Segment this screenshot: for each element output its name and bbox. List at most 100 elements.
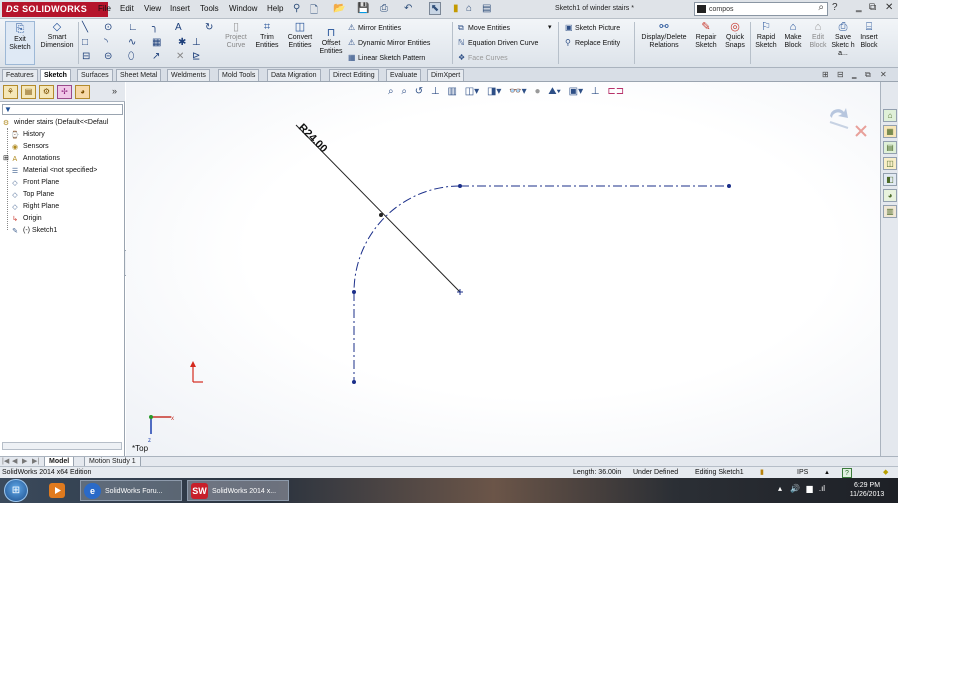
- show-hidden-icons-icon[interactable]: ▴: [778, 484, 782, 493]
- tab-sketch[interactable]: Sketch: [40, 69, 71, 81]
- edit-block-button[interactable]: ⌂ Edit Block: [806, 21, 830, 50]
- add-relation-icon[interactable]: ⊵: [192, 51, 200, 63]
- tile-icon[interactable]: ⊞: [822, 70, 829, 79]
- taskbar-app-browser[interactable]: e SolidWorks Foru...: [80, 480, 182, 501]
- dynamic-mirror-entities-button[interactable]: ⚠ Dynamic Mirror Entities: [348, 38, 430, 49]
- face-curves-button[interactable]: ❖ Face Curves: [458, 53, 508, 64]
- doc-close-icon[interactable]: ✕: [880, 70, 887, 79]
- tree-item-material[interactable]: ☰ Material <not specified>: [10, 165, 97, 176]
- rapid-sketch-button[interactable]: ⚐ Rapid Sketch: [753, 21, 779, 50]
- line-tool-icon[interactable]: ╲: [82, 22, 88, 34]
- exit-sketch-button[interactable]: ⎘ Exit Sketch: [5, 21, 35, 65]
- equation-driven-curve-button[interactable]: ℕ Equation Driven Curve: [458, 38, 538, 49]
- help-icon[interactable]: ?: [832, 2, 838, 13]
- menu-insert[interactable]: Insert: [170, 4, 190, 13]
- new-document-icon[interactable]: 🗋: [310, 3, 318, 20]
- solidworks-forum-icon[interactable]: ▥: [883, 205, 897, 218]
- arc-endpoint[interactable]: [458, 184, 462, 188]
- tree-item-history[interactable]: ⌚ History: [10, 129, 45, 140]
- tab-sheet-metal[interactable]: Sheet Metal: [116, 69, 162, 81]
- ellipse-tool-icon[interactable]: ⬯: [128, 51, 134, 63]
- configurationmanager-icon[interactable]: ⚙: [39, 85, 54, 99]
- tree-item-origin[interactable]: ↳ Origin: [10, 213, 42, 224]
- open-folder-icon[interactable]: 📂: [333, 3, 345, 14]
- tree-horizontal-scrollbar[interactable]: [2, 442, 122, 450]
- search-scope-icon[interactable]: [697, 5, 706, 13]
- tree-item-annotations[interactable]: ⊞ A Annotations: [3, 153, 60, 164]
- text-tool-icon[interactable]: A: [175, 22, 182, 34]
- graphics-area[interactable]: ⌕ ⌕ ↺ ⊥ ▥ ◫▾ ◨▾ 👓▾ ● ⛰▾ ▣▾ ⊥ ⊏⊐ R24.00 x…: [126, 82, 880, 458]
- network-icon[interactable]: ▆: [806, 484, 812, 493]
- make-block-button[interactable]: ⌂ Make Block: [780, 21, 806, 50]
- tab-features[interactable]: Features: [2, 69, 38, 81]
- point-tool-icon[interactable]: ✱: [178, 37, 186, 49]
- expand-plus-icon[interactable]: ⊞: [3, 155, 9, 162]
- menu-file[interactable]: File: [98, 4, 111, 13]
- sketch-picture-button[interactable]: ▣ Sketch Picture: [565, 23, 620, 34]
- tree-item-sensors[interactable]: ◉ Sensors: [10, 141, 49, 152]
- radius-dimension-label[interactable]: R24.00: [296, 122, 330, 156]
- line-endpoint[interactable]: [727, 184, 731, 188]
- project-curve-button[interactable]: ▯ Project Curve: [222, 21, 250, 50]
- select-pointer-icon[interactable]: ⬉: [429, 2, 441, 15]
- custom-properties-icon[interactable]: ◕: [883, 189, 897, 202]
- quick-snaps-button[interactable]: ◎ Quick Snaps: [722, 21, 748, 50]
- arc-endpoint[interactable]: [352, 290, 356, 294]
- pin-icon[interactable]: ⚲: [293, 3, 300, 14]
- tree-filter[interactable]: ▼: [2, 104, 123, 115]
- undo-icon[interactable]: ↶: [404, 3, 412, 14]
- tree-item-sketch1[interactable]: ✎ (-) Sketch1: [10, 225, 57, 236]
- tab-dimxpert[interactable]: DimXpert: [427, 69, 465, 81]
- replace-entity-button[interactable]: ⚲ Replace Entity: [565, 38, 620, 49]
- tab-evaluate[interactable]: Evaluate: [386, 69, 422, 81]
- displaymanager-icon[interactable]: ◕: [75, 85, 90, 99]
- options-icon[interactable]: ▤: [482, 3, 491, 14]
- centerline-icon[interactable]: ⊥: [192, 37, 201, 49]
- trim-entities-button[interactable]: ⌗ Trim Entities: [252, 21, 282, 50]
- solidworks-resources-icon[interactable]: ⌂: [883, 109, 897, 122]
- featuremanager-tree-icon[interactable]: ⚘: [3, 85, 18, 99]
- start-button[interactable]: ⊞: [4, 479, 28, 502]
- tab-weldments[interactable]: Weldments: [167, 69, 210, 81]
- cascade-icon[interactable]: ⊟: [837, 70, 844, 79]
- tree-item-front-plane[interactable]: ◇ Front Plane: [10, 177, 59, 188]
- doc-minimize-icon[interactable]: ‗: [852, 70, 856, 79]
- smart-dimension-button[interactable]: ◇ Smart Dimension: [38, 21, 76, 50]
- sketch-pattern-icon[interactable]: ▦: [152, 37, 161, 49]
- fillet-tool-icon[interactable]: ╮: [152, 22, 158, 34]
- repair-sketch-button[interactable]: ✎ Repair Sketch: [692, 21, 720, 50]
- menu-edit[interactable]: Edit: [120, 4, 134, 13]
- design-library-icon[interactable]: ▦: [883, 125, 897, 138]
- search-input[interactable]: [709, 4, 809, 14]
- close-icon[interactable]: ✕: [885, 2, 893, 13]
- search-icon[interactable]: ⌕: [818, 2, 824, 13]
- file-explorer-icon[interactable]: ▤: [883, 141, 897, 154]
- traffic-light-icon[interactable]: ▮: [453, 3, 459, 14]
- print-icon[interactable]: ⎙: [380, 3, 388, 14]
- spline-tool-icon[interactable]: ∿: [128, 37, 136, 49]
- insert-block-button[interactable]: ⌸ Insert Block: [856, 21, 882, 50]
- volume-icon[interactable]: 🔊: [790, 484, 800, 493]
- tree-root-part[interactable]: ⚙ winder stairs (Default<<Defaul: [1, 117, 108, 128]
- save-sketch-as-block-button[interactable]: ⎙ Save Sketc h a...: [830, 21, 856, 58]
- tree-item-top-plane[interactable]: ◇ Top Plane: [10, 189, 54, 200]
- offset-entities-button[interactable]: ⊓ Offset Entities: [318, 27, 344, 56]
- minimize-icon[interactable]: ‗: [856, 2, 862, 13]
- menu-view[interactable]: View: [144, 4, 161, 13]
- signal-icon[interactable]: .ıl: [819, 484, 825, 493]
- view-palette-icon[interactable]: ◫: [883, 157, 897, 170]
- clock[interactable]: 6:29 PM 11/26/2013: [842, 481, 892, 499]
- polygon-tool-icon[interactable]: ⊝: [104, 51, 112, 63]
- display-delete-relations-button[interactable]: ⚯ Display/Delete Relations: [638, 21, 690, 50]
- rebuild-sketch-icon[interactable]: [829, 121, 849, 129]
- linear-sketch-pattern-button[interactable]: ▦ Linear Sketch Pattern: [348, 53, 425, 64]
- propertymanager-icon[interactable]: ▤: [21, 85, 36, 99]
- line-endpoint[interactable]: [352, 380, 356, 384]
- corner-rectangle-icon[interactable]: ∟: [128, 22, 138, 34]
- solidworks-logo[interactable]: DS SOLIDWORKS: [2, 2, 108, 17]
- construction-geometry-icon[interactable]: ↻: [205, 22, 213, 34]
- media-player-pin[interactable]: [44, 481, 70, 500]
- tab-direct-editing[interactable]: Direct Editing: [329, 69, 379, 81]
- tree-item-right-plane[interactable]: ◇ Right Plane: [10, 201, 59, 212]
- sketch-chamfer-icon[interactable]: ↗: [152, 51, 160, 63]
